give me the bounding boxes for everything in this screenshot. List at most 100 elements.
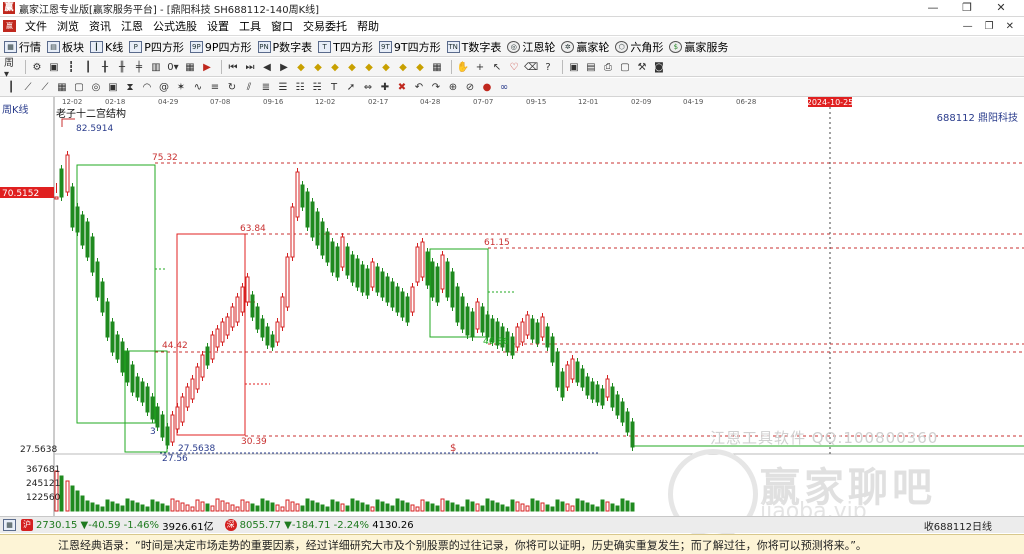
p-table-button[interactable]: PN P数字表 (257, 39, 312, 55)
mdi-minimize-button[interactable]: — (963, 21, 973, 32)
gann-undo-icon[interactable]: ↶ (412, 80, 426, 94)
gann-fan-icon[interactable]: ⟋ (38, 80, 52, 94)
gann-spiral-icon[interactable]: @ (157, 80, 171, 94)
bar-chart-icon[interactable]: ┇ (64, 60, 78, 74)
mdi-close-button[interactable]: ✕ (1006, 21, 1014, 32)
volume-icon[interactable]: ▥ (149, 60, 163, 74)
tool-icon[interactable]: ⚒ (635, 60, 649, 74)
crosshair-icon[interactable]: + (473, 60, 487, 74)
9t-square-button[interactable]: 9T 9T四方形 (378, 39, 441, 55)
menu-tools[interactable]: 工具 (234, 18, 266, 34)
line-icon[interactable]: ╪ (132, 60, 146, 74)
gann-measure-icon[interactable]: ⇔ (361, 80, 375, 94)
candlestick-icon[interactable]: ┃ (81, 60, 95, 74)
gann-delete-icon[interactable]: ✖ (395, 80, 409, 94)
last-icon[interactable]: ⏭ (243, 60, 257, 74)
diamond-4-icon[interactable]: ◆ (345, 60, 359, 74)
gann-box-icon[interactable]: ▢ (72, 80, 86, 94)
gann-infinity-icon[interactable]: ∞ (497, 80, 511, 94)
p-square-button[interactable]: P P四方形 (129, 39, 184, 55)
diamond-1-icon[interactable]: ◆ (294, 60, 308, 74)
t-table-button[interactable]: TN T数字表 (446, 39, 501, 55)
open-icon[interactable]: ▢ (618, 60, 632, 74)
gann-text-icon[interactable]: T (327, 80, 341, 94)
sz-index[interactable]: 深 8055.77 ▼-184.71 -2.24% 4130.26 (222, 519, 414, 531)
gann-fib-2-icon[interactable]: ≣ (259, 80, 273, 94)
gann-levels-3-icon[interactable]: ☵ (310, 80, 324, 94)
winner-wheel-button[interactable]: ✲ 赢家轮 (561, 39, 609, 55)
chart-layout-icon[interactable]: ▣ (47, 60, 61, 74)
heart-icon[interactable]: ♡ (507, 60, 521, 74)
gann-circle-icon[interactable]: ◎ (89, 80, 103, 94)
gann-lock-icon[interactable]: ⊘ (463, 80, 477, 94)
calendar-icon[interactable]: ▣ (567, 60, 581, 74)
diamond-8-icon[interactable]: ◆ (413, 60, 427, 74)
candle-alt-icon[interactable]: ╂ (98, 60, 112, 74)
sector-button[interactable]: ▤ 板块 (47, 39, 84, 55)
gann-levels-2-icon[interactable]: ☷ (293, 80, 307, 94)
gann-redo-icon[interactable]: ↷ (429, 80, 443, 94)
t-square-button[interactable]: T T四方形 (318, 39, 373, 55)
print-icon[interactable]: ⎙ (601, 60, 615, 74)
save-icon[interactable]: ▤ (584, 60, 598, 74)
quotes-button[interactable]: ▦ 行情 (4, 39, 41, 55)
period-dropdown-icon[interactable]: 周▾ (4, 58, 18, 80)
gann-star-icon[interactable]: ✶ (174, 80, 188, 94)
first-icon[interactable]: ⏮ (226, 60, 240, 74)
close-button[interactable]: ✕ (984, 0, 1018, 16)
gann-wave-icon[interactable]: ∿ (191, 80, 205, 94)
kline-chart[interactable]: 12-02 02-18 04-29 07-08 09-16 12-02 02-17 04-28… (0, 97, 1024, 516)
chart-area[interactable]: 12-02 02-18 04-29 07-08 09-16 12-02 02-17 04-28… (0, 97, 1024, 539)
kline-button[interactable]: ┃ K线 (90, 39, 123, 55)
menu-trade[interactable]: 交易委托 (298, 18, 352, 34)
sh-index[interactable]: 沪 2730.15 ▼-40.59 -1.46% 3926.61亿 (18, 518, 214, 533)
minimize-button[interactable]: — (916, 0, 950, 16)
gann-fib-icon[interactable]: ≡ (208, 80, 222, 94)
winner-service-button[interactable]: $ 赢家服务 (669, 39, 728, 55)
diamond-6-icon[interactable]: ◆ (379, 60, 393, 74)
9p-square-button[interactable]: 9P 9P四方形 (189, 39, 252, 55)
gann-color-icon[interactable]: ● (480, 80, 494, 94)
gann-mark-icon[interactable]: ✚ (378, 80, 392, 94)
diamond-2-icon[interactable]: ◆ (311, 60, 325, 74)
diamond-7-icon[interactable]: ◆ (396, 60, 410, 74)
ohlc-icon[interactable]: ╫ (115, 60, 129, 74)
maximize-button[interactable]: ❐ (950, 0, 984, 16)
gann-time-icon[interactable]: ⧗ (123, 80, 137, 94)
menu-settings[interactable]: 设置 (202, 18, 234, 34)
menu-info[interactable]: 资讯 (84, 18, 116, 34)
disk-icon[interactable]: ◙ (652, 60, 666, 74)
gann-arrow-icon[interactable]: ➚ (344, 80, 358, 94)
gann-arc-icon[interactable]: ◠ (140, 80, 154, 94)
menu-formula-select[interactable]: 公式选股 (148, 18, 202, 34)
menu-window[interactable]: 窗口 (266, 18, 298, 34)
erase-icon[interactable]: ⌫ (524, 60, 538, 74)
hand-icon[interactable]: ✋ (456, 60, 470, 74)
gann-grid-icon[interactable]: ▦ (55, 80, 69, 94)
gann-wheel-button[interactable]: ◎ 江恩轮 (507, 39, 555, 55)
gann-levels-icon[interactable]: ☰ (276, 80, 290, 94)
zero-dropdown-icon[interactable]: 0▾ (166, 60, 180, 74)
grid-toggle-icon[interactable]: ▦ (183, 60, 197, 74)
flag-icon[interactable]: ▶ (200, 60, 214, 74)
gann-channel-icon[interactable]: ⫽ (242, 80, 256, 94)
menu-file[interactable]: 文件 (20, 18, 52, 34)
prev-icon[interactable]: ◀ (260, 60, 274, 74)
next-icon[interactable]: ▶ (277, 60, 291, 74)
gann-cycle-icon[interactable]: ↻ (225, 80, 239, 94)
cursor-icon[interactable]: ↖ (490, 60, 504, 74)
gann-square-icon[interactable]: ▣ (106, 80, 120, 94)
help-cursor-icon[interactable]: ? (541, 60, 555, 74)
diamond-3-icon[interactable]: ◆ (328, 60, 342, 74)
gann-zoom-icon[interactable]: ⊕ (446, 80, 460, 94)
menu-browse[interactable]: 浏览 (52, 18, 84, 34)
gann-line-icon[interactable]: ┃ (4, 80, 18, 94)
mdi-restore-button[interactable]: ❐ (985, 21, 994, 32)
hexagon-button[interactable]: ⬡ 六角形 (615, 39, 663, 55)
menu-gann[interactable]: 江恩 (116, 18, 148, 34)
gann-angle-icon[interactable]: ⟋ (21, 80, 35, 94)
settings-icon[interactable]: ⚙ (30, 60, 44, 74)
menu-help[interactable]: 帮助 (352, 18, 384, 34)
status-grid-icon[interactable]: ▦ (3, 519, 18, 531)
diamond-5-icon[interactable]: ◆ (362, 60, 376, 74)
